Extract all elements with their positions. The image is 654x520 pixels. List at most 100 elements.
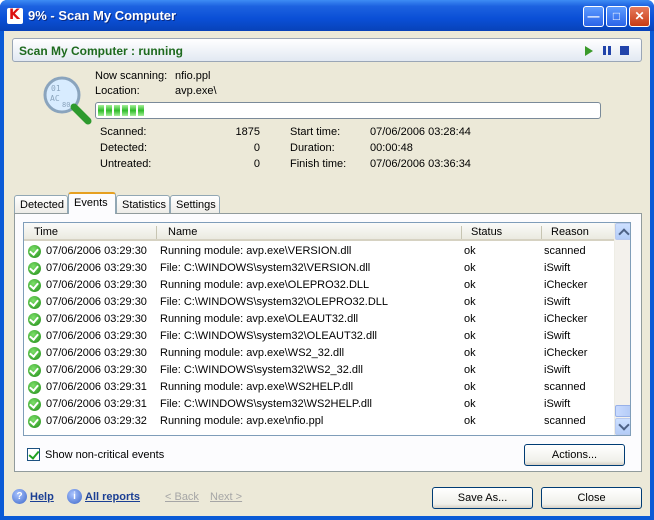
duration-value: 00:00:48 xyxy=(370,142,413,154)
table-row[interactable]: 07/06/2006 03:29:32 Running module: avp.e… xyxy=(24,413,614,430)
stop-icon[interactable] xyxy=(620,46,629,55)
close-window-button[interactable]: ✕ xyxy=(629,6,650,27)
start-time-label: Start time: xyxy=(290,126,341,138)
back-link[interactable]: < Back xyxy=(165,491,199,503)
progress-segment xyxy=(106,105,112,116)
save-as-button[interactable]: Save As... xyxy=(432,487,533,509)
ok-check-icon xyxy=(28,398,41,411)
cell-name: Running module: avp.exe\VERSION.dll xyxy=(160,245,352,257)
close-button[interactable]: Close xyxy=(541,487,642,509)
table-row[interactable]: 07/06/2006 03:29:31 Running module: avp.e… xyxy=(24,379,614,396)
ok-check-icon xyxy=(28,245,41,258)
tab-events[interactable]: Events xyxy=(68,192,116,214)
table-row[interactable]: 07/06/2006 03:29:31 File: C:\WINDOWS\syst… xyxy=(24,396,614,413)
cell-reason: iSwift xyxy=(544,262,571,274)
tab-settings[interactable]: Settings xyxy=(170,195,220,214)
scan-status-title: Scan My Computer : running xyxy=(19,44,184,58)
cell-time: 07/06/2006 03:29:30 xyxy=(46,347,147,359)
table-row[interactable]: 07/06/2006 03:29:30 File: C:\WINDOWS\syst… xyxy=(24,362,614,379)
ok-check-icon xyxy=(28,415,41,428)
column-header-name[interactable]: Name xyxy=(168,226,197,238)
location-value: avp.exe\ xyxy=(175,85,217,97)
untreated-label: Untreated: xyxy=(100,158,152,170)
cell-name: File: C:\WINDOWS\system32\WS2_32.dll xyxy=(160,364,363,376)
info-icon[interactable]: i xyxy=(67,489,82,504)
cell-status: ok xyxy=(464,313,476,325)
scroll-up-button[interactable] xyxy=(615,223,630,240)
untreated-value: 0 xyxy=(253,158,260,170)
show-noncritical-checkbox[interactable] xyxy=(27,448,40,461)
help-icon[interactable]: ? xyxy=(12,489,27,504)
cell-status: ok xyxy=(464,245,476,257)
ok-check-icon xyxy=(28,279,41,292)
cell-reason: iChecker xyxy=(544,313,588,325)
table-row[interactable]: 07/06/2006 03:29:30 Running module: avp.e… xyxy=(24,277,614,294)
cell-reason: iSwift xyxy=(544,330,571,342)
scan-progress-fill xyxy=(98,105,598,116)
column-separator[interactable] xyxy=(156,226,157,239)
next-link[interactable]: Next > xyxy=(210,491,242,503)
table-row[interactable]: 07/06/2006 03:29:30 File: C:\WINDOWS\syst… xyxy=(24,328,614,345)
tab-statistics[interactable]: Statistics xyxy=(116,195,170,214)
events-list: Time Name Status Reason 07/06/2006 03:29… xyxy=(23,222,631,436)
title-bar[interactable]: K 9% - Scan My Computer — □ ✕ xyxy=(0,0,654,31)
column-separator[interactable] xyxy=(461,226,462,239)
progress-segment xyxy=(138,105,144,116)
table-row[interactable]: 07/06/2006 03:29:30 Running module: avp.e… xyxy=(24,345,614,362)
events-tab-panel: Time Name Status Reason 07/06/2006 03:29… xyxy=(14,213,642,472)
maximize-button[interactable]: □ xyxy=(606,6,627,27)
cell-time: 07/06/2006 03:29:31 xyxy=(46,381,147,393)
table-row[interactable]: 07/06/2006 03:29:30 File: C:\WINDOWS\syst… xyxy=(24,260,614,277)
ok-check-icon xyxy=(28,347,41,360)
table-row[interactable]: 07/06/2006 03:29:30 Running module: avp.e… xyxy=(24,243,614,260)
column-header-reason[interactable]: Reason xyxy=(551,226,589,238)
ok-check-icon xyxy=(28,330,41,343)
minimize-button[interactable]: — xyxy=(583,6,604,27)
cell-status: ok xyxy=(464,398,476,410)
cell-status: ok xyxy=(464,381,476,393)
cell-name: Running module: avp.exe\WS2_32.dll xyxy=(160,347,345,359)
detected-value: 0 xyxy=(253,142,260,154)
cell-name: Running module: avp.exe\nfio.ppl xyxy=(160,415,324,427)
now-scanning-label: Now scanning: xyxy=(95,70,168,82)
cell-time: 07/06/2006 03:29:30 xyxy=(46,262,147,274)
scroll-down-button[interactable] xyxy=(615,418,630,435)
column-header-status[interactable]: Status xyxy=(471,226,502,238)
cell-time: 07/06/2006 03:29:30 xyxy=(46,313,147,325)
resume-icon[interactable] xyxy=(585,46,593,56)
scroll-thumb[interactable] xyxy=(615,405,630,417)
scan-progress-bar xyxy=(95,102,601,119)
tab-detected[interactable]: Detected xyxy=(14,195,68,214)
events-list-scrollbar[interactable] xyxy=(614,223,630,435)
cell-reason: iChecker xyxy=(544,347,588,359)
help-link[interactable]: Help xyxy=(30,491,54,503)
pause-icon[interactable] xyxy=(602,45,613,56)
all-reports-link[interactable]: All reports xyxy=(85,491,140,503)
cell-name: File: C:\WINDOWS\system32\OLEPRO32.DLL xyxy=(160,296,388,308)
actions-button[interactable]: Actions... xyxy=(524,444,625,466)
cell-reason: iChecker xyxy=(544,279,588,291)
cell-name: Running module: avp.exe\OLEPRO32.DLL xyxy=(160,279,370,291)
cell-reason: iSwift xyxy=(544,398,571,410)
cell-name: Running module: avp.exe\OLEAUT32.dll xyxy=(160,313,359,325)
cell-time: 07/06/2006 03:29:31 xyxy=(46,398,147,410)
finish-time-label: Finish time: xyxy=(290,158,347,170)
progress-segment xyxy=(114,105,120,116)
column-separator[interactable] xyxy=(541,226,542,239)
progress-segment xyxy=(98,105,104,116)
cell-reason: iSwift xyxy=(544,364,571,376)
table-row[interactable]: 07/06/2006 03:29:30 File: C:\WINDOWS\syst… xyxy=(24,294,614,311)
cell-status: ok xyxy=(464,296,476,308)
events-list-header: Time Name Status Reason xyxy=(24,223,614,241)
cell-name: File: C:\WINDOWS\system32\WS2HELP.dll xyxy=(160,398,372,410)
progress-segment xyxy=(122,105,128,116)
cell-time: 07/06/2006 03:29:30 xyxy=(46,245,147,257)
cell-time: 07/06/2006 03:29:30 xyxy=(46,364,147,376)
cell-time: 07/06/2006 03:29:30 xyxy=(46,330,147,342)
scanned-value: 1875 xyxy=(235,126,260,138)
table-row[interactable]: 07/06/2006 03:29:30 Running module: avp.e… xyxy=(24,311,614,328)
show-noncritical-label[interactable]: Show non-critical events xyxy=(45,449,164,461)
progress-segment xyxy=(130,105,136,116)
column-header-time[interactable]: Time xyxy=(34,226,58,238)
cell-status: ok xyxy=(464,347,476,359)
